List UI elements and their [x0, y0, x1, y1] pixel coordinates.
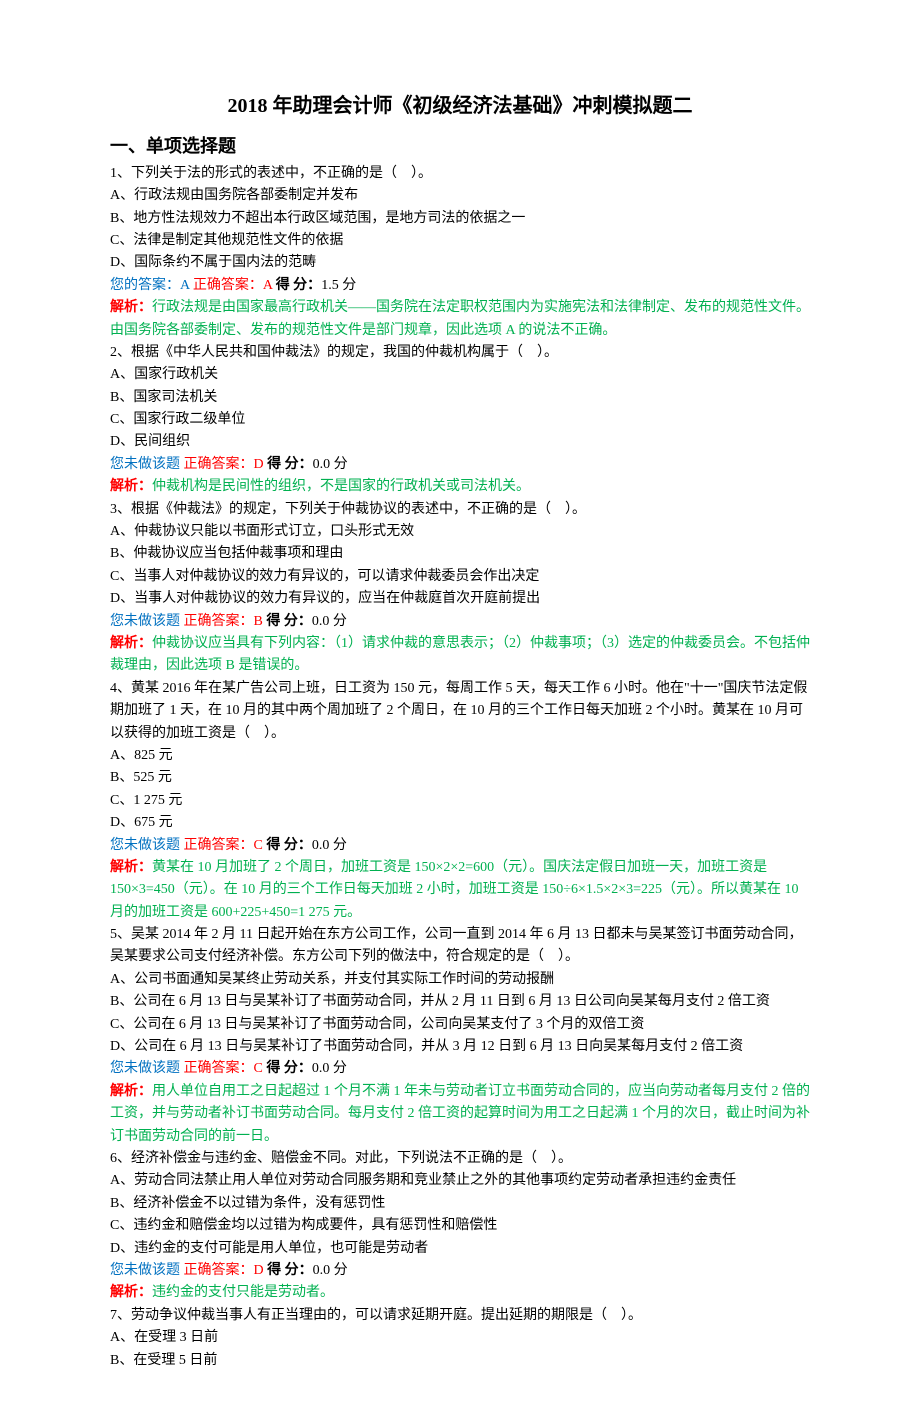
question-option: D、公司在 6 月 13 日与吴某补订了书面劳动合同，并从 3 月 12 日到 …	[110, 1036, 810, 1058]
answer-line: 您的答案：A 正确答案：A 得 分：1.5 分	[110, 275, 810, 297]
analysis-line: 解析：仲裁机构是民间性的组织，不是国家的行政机关或司法机关。	[110, 476, 810, 498]
question-option: B、仲裁协议应当包括仲裁事项和理由	[110, 543, 810, 565]
score-label: 得 分：	[267, 1263, 313, 1278]
question-stem: 5、吴某 2014 年 2 月 11 日起开始在东方公司工作，公司一直到 201…	[110, 924, 810, 969]
analysis-line: 解析：仲裁协议应当具有下列内容：（1）请求仲裁的意思表示；（2）仲裁事项；（3）…	[110, 633, 810, 678]
question-block: 4、黄某 2016 年在某广告公司上班，日工资为 150 元，每周工作 5 天，…	[110, 678, 810, 924]
answer-line: 您未做该题 正确答案：C 得 分：0.0 分	[110, 1058, 810, 1080]
score-value: 0.0 分	[312, 838, 347, 853]
question-block: 1、下列关于法的形式的表述中，不正确的是（ ）。A、行政法规由国务院各部委制定并…	[110, 163, 810, 342]
answer-line: 您未做该题 正确答案：B 得 分：0.0 分	[110, 611, 810, 633]
question-block: 7、劳动争议仲裁当事人有正当理由的，可以请求延期开庭。提出延期的期限是（ ）。A…	[110, 1305, 810, 1372]
correct-answer: 正确答案：D	[184, 1263, 268, 1278]
section-header: 一、单项选择题	[110, 132, 810, 161]
question-option: D、国际条约不属于国内法的范畴	[110, 252, 810, 274]
question-block: 2、根据《中华人民共和国仲裁法》的规定，我国的仲裁机构属于（ ）。A、国家行政机…	[110, 342, 810, 499]
analysis-text: 行政法规是由国家最高行政机关——国务院在法定职权范围内为实施宪法和法律制定、发布…	[110, 300, 810, 337]
question-option: A、行政法规由国务院各部委制定并发布	[110, 185, 810, 207]
document-title: 2018 年助理会计师《初级经济法基础》冲刺模拟题二	[110, 90, 810, 122]
correct-answer: 正确答案：B	[184, 614, 267, 629]
analysis-line: 解析：黄某在 10 月加班了 2 个周日，加班工资是 150×2×2=600（元…	[110, 857, 810, 924]
answer-line: 您未做该题 正确答案：D 得 分：0.0 分	[110, 1260, 810, 1282]
score-value: 0.0 分	[312, 1061, 347, 1076]
question-block: 5、吴某 2014 年 2 月 11 日起开始在东方公司工作，公司一直到 201…	[110, 924, 810, 1148]
not-done-label: 您未做该题	[110, 1061, 184, 1076]
analysis-text: 仲裁机构是民间性的组织，不是国家的行政机关或司法机关。	[152, 479, 530, 494]
question-option: C、公司在 6 月 13 日与吴某补订了书面劳动合同，公司向吴某支付了 3 个月…	[110, 1014, 810, 1036]
question-option: B、525 元	[110, 767, 810, 789]
correct-answer: 正确答案：C	[184, 1061, 267, 1076]
question-block: 6、经济补偿金与违约金、赔偿金不同。对此，下列说法不正确的是（ ）。A、劳动合同…	[110, 1148, 810, 1305]
score-value: 0.0 分	[312, 614, 347, 629]
question-option: D、当事人对仲裁协议的效力有异议的，应当在仲裁庭首次开庭前提出	[110, 588, 810, 610]
question-option: A、825 元	[110, 745, 810, 767]
question-option: B、经济补偿金不以过错为条件，没有惩罚性	[110, 1193, 810, 1215]
question-stem: 3、根据《仲裁法》的规定，下列关于仲裁协议的表述中，不正确的是（ ）。	[110, 499, 810, 521]
analysis-text: 仲裁协议应当具有下列内容：（1）请求仲裁的意思表示；（2）仲裁事项；（3）选定的…	[110, 636, 810, 673]
question-option: B、地方性法规效力不超出本行政区域范围，是地方司法的依据之一	[110, 208, 810, 230]
question-stem: 2、根据《中华人民共和国仲裁法》的规定，我国的仲裁机构属于（ ）。	[110, 342, 810, 364]
question-option: C、当事人对仲裁协议的效力有异议的，可以请求仲裁委员会作出决定	[110, 566, 810, 588]
answer-line: 您未做该题 正确答案：D 得 分：0.0 分	[110, 454, 810, 476]
questions-container: 1、下列关于法的形式的表述中，不正确的是（ ）。A、行政法规由国务院各部委制定并…	[110, 163, 810, 1372]
score-value: 1.5 分	[321, 278, 356, 293]
analysis-text: 黄某在 10 月加班了 2 个周日，加班工资是 150×2×2=600（元）。国…	[110, 860, 799, 920]
user-answer: 您的答案：A	[110, 278, 193, 293]
analysis-text: 用人单位自用工之日起超过 1 个月不满 1 年未与劳动者订立书面劳动合同的，应当…	[110, 1084, 810, 1144]
question-option: D、违约金的支付可能是用人单位，也可能是劳动者	[110, 1238, 810, 1260]
analysis-label: 解析：	[110, 300, 152, 315]
analysis-line: 解析：用人单位自用工之日起超过 1 个月不满 1 年未与劳动者订立书面劳动合同的…	[110, 1081, 810, 1148]
question-option: B、公司在 6 月 13 日与吴某补订了书面劳动合同，并从 2 月 11 日到 …	[110, 991, 810, 1013]
question-option: D、民间组织	[110, 431, 810, 453]
correct-answer: 正确答案：A	[193, 278, 276, 293]
correct-answer: 正确答案：C	[184, 838, 267, 853]
analysis-label: 解析：	[110, 860, 152, 875]
analysis-label: 解析：	[110, 1285, 152, 1300]
analysis-line: 解析：行政法规是由国家最高行政机关——国务院在法定职权范围内为实施宪法和法律制定…	[110, 297, 810, 342]
question-block: 3、根据《仲裁法》的规定，下列关于仲裁协议的表述中，不正确的是（ ）。A、仲裁协…	[110, 499, 810, 678]
question-option: A、在受理 3 日前	[110, 1327, 810, 1349]
answer-line: 您未做该题 正确答案：C 得 分：0.0 分	[110, 835, 810, 857]
question-option: A、国家行政机关	[110, 364, 810, 386]
score-label: 得 分：	[267, 457, 313, 472]
question-option: C、法律是制定其他规范性文件的依据	[110, 230, 810, 252]
not-done-label: 您未做该题	[110, 457, 184, 472]
question-option: B、在受理 5 日前	[110, 1350, 810, 1372]
analysis-label: 解析：	[110, 1084, 152, 1099]
question-stem: 4、黄某 2016 年在某广告公司上班，日工资为 150 元，每周工作 5 天，…	[110, 678, 810, 745]
question-option: C、违约金和赔偿金均以过错为构成要件，具有惩罚性和赔偿性	[110, 1215, 810, 1237]
analysis-line: 解析：违约金的支付只能是劳动者。	[110, 1282, 810, 1304]
score-label: 得 分：	[266, 838, 312, 853]
question-stem: 1、下列关于法的形式的表述中，不正确的是（ ）。	[110, 163, 810, 185]
score-label: 得 分：	[266, 1061, 312, 1076]
question-stem: 7、劳动争议仲裁当事人有正当理由的，可以请求延期开庭。提出延期的期限是（ ）。	[110, 1305, 810, 1327]
question-option: C、1 275 元	[110, 790, 810, 812]
analysis-label: 解析：	[110, 479, 152, 494]
question-option: C、国家行政二级单位	[110, 409, 810, 431]
question-stem: 6、经济补偿金与违约金、赔偿金不同。对此，下列说法不正确的是（ ）。	[110, 1148, 810, 1170]
not-done-label: 您未做该题	[110, 838, 184, 853]
score-label: 得 分：	[266, 614, 312, 629]
correct-answer: 正确答案：D	[184, 457, 268, 472]
question-option: A、公司书面通知吴某终止劳动关系，并支付其实际工作时间的劳动报酬	[110, 969, 810, 991]
not-done-label: 您未做该题	[110, 614, 184, 629]
score-value: 0.0 分	[313, 457, 348, 472]
analysis-text: 违约金的支付只能是劳动者。	[152, 1285, 334, 1300]
score-value: 0.0 分	[313, 1263, 348, 1278]
not-done-label: 您未做该题	[110, 1263, 184, 1278]
question-option: A、仲裁协议只能以书面形式订立，口头形式无效	[110, 521, 810, 543]
analysis-label: 解析：	[110, 636, 152, 651]
score-label: 得 分：	[276, 278, 322, 293]
question-option: D、675 元	[110, 812, 810, 834]
question-option: A、劳动合同法禁止用人单位对劳动合同服务期和竞业禁止之外的其他事项约定劳动者承担…	[110, 1170, 810, 1192]
question-option: B、国家司法机关	[110, 387, 810, 409]
